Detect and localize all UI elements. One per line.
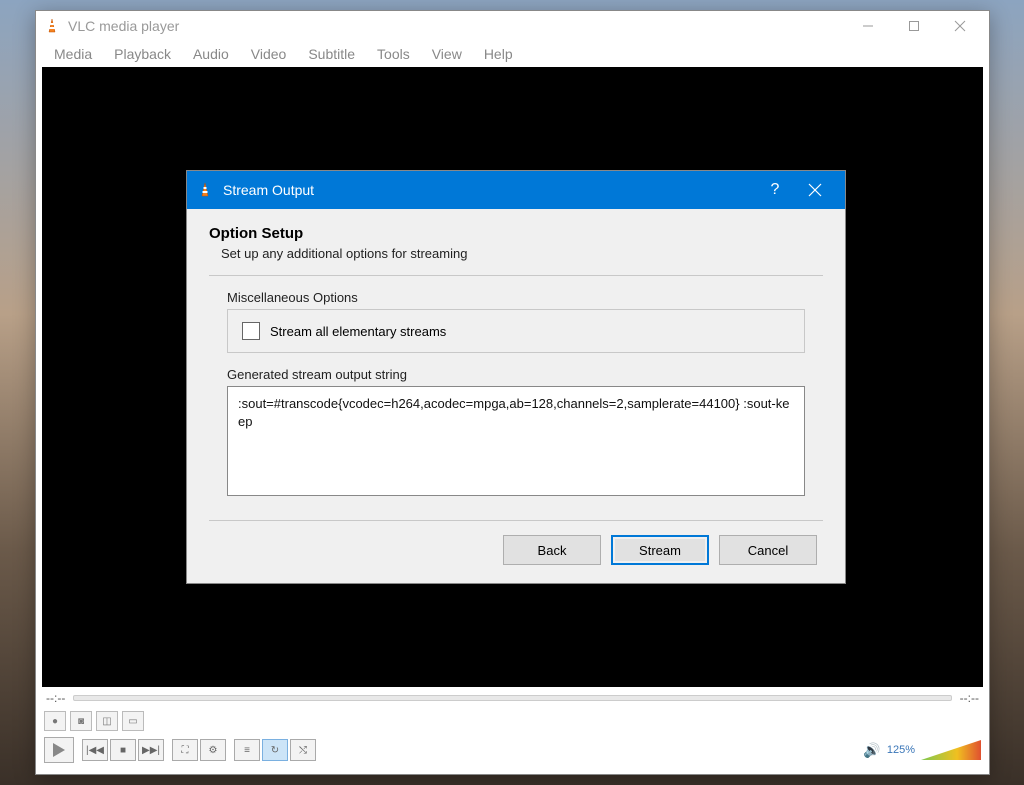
menu-subtitle[interactable]: Subtitle <box>298 43 365 65</box>
volume-slider[interactable] <box>921 740 981 760</box>
menu-media[interactable]: Media <box>44 43 102 65</box>
maximize-button[interactable] <box>901 16 927 36</box>
titlebar: VLC media player <box>36 11 989 41</box>
record-button[interactable]: ● <box>44 711 66 731</box>
misc-options-label: Miscellaneous Options <box>227 290 823 305</box>
next-button[interactable]: ▶▶| <box>138 739 164 761</box>
seek-row: --:-- --:-- <box>36 687 989 709</box>
stream-output-dialog: Stream Output ? Option Setup Set up any … <box>186 170 846 584</box>
vlc-logo-icon <box>197 182 213 198</box>
stream-button[interactable]: Stream <box>611 535 709 565</box>
volume-area: 🔊 125% <box>863 740 981 760</box>
stream-all-label: Stream all elementary streams <box>270 324 446 339</box>
previous-button[interactable]: |◀◀ <box>82 739 108 761</box>
loop-button[interactable]: ↻ <box>262 739 288 761</box>
minimize-button[interactable] <box>855 16 881 36</box>
seek-slider[interactable] <box>73 695 951 701</box>
dialog-subheading: Set up any additional options for stream… <box>221 246 823 261</box>
extended-settings-button[interactable]: ⚙ <box>200 739 226 761</box>
dialog-close-button[interactable] <box>795 175 835 205</box>
ab-loop-button[interactable]: ◫ <box>96 711 118 731</box>
snapshot-button[interactable]: ◙ <box>70 711 92 731</box>
menubar: Media Playback Audio Video Subtitle Tool… <box>36 41 989 67</box>
menu-playback[interactable]: Playback <box>104 43 181 65</box>
window-title: VLC media player <box>68 18 855 34</box>
toolbar-secondary: ● ◙ ◫ ▭ <box>36 709 989 733</box>
back-button[interactable]: Back <box>503 535 601 565</box>
frame-step-button[interactable]: ▭ <box>122 711 144 731</box>
menu-audio[interactable]: Audio <box>183 43 239 65</box>
close-button[interactable] <box>947 16 973 36</box>
menu-tools[interactable]: Tools <box>367 43 420 65</box>
toolbar-main: |◀◀ ■ ▶▶| ⛶ ⚙ ≡ ↻ ⤭ 🔊 125% <box>36 733 989 767</box>
divider <box>209 520 823 521</box>
menu-view[interactable]: View <box>422 43 472 65</box>
cancel-button[interactable]: Cancel <box>719 535 817 565</box>
divider <box>209 275 823 276</box>
time-elapsed: --:-- <box>46 691 65 705</box>
speaker-icon[interactable]: 🔊 <box>863 742 880 759</box>
window-controls <box>855 16 973 36</box>
shuffle-button[interactable]: ⤭ <box>290 739 316 761</box>
dialog-button-row: Back Stream Cancel <box>209 535 823 565</box>
dialog-help-button[interactable]: ? <box>755 175 795 205</box>
stream-all-checkbox[interactable] <box>242 322 260 340</box>
volume-percent: 125% <box>887 744 915 756</box>
vlc-logo-icon <box>44 18 60 34</box>
playlist-button[interactable]: ≡ <box>234 739 260 761</box>
menu-help[interactable]: Help <box>474 43 523 65</box>
dialog-heading: Option Setup <box>209 225 823 242</box>
output-string-textarea[interactable]: :sout=#transcode{vcodec=h264,acodec=mpga… <box>227 386 805 496</box>
generated-string-label: Generated stream output string <box>227 367 823 382</box>
stop-button[interactable]: ■ <box>110 739 136 761</box>
menu-video[interactable]: Video <box>241 43 297 65</box>
time-total: --:-- <box>960 691 979 705</box>
dialog-titlebar: Stream Output ? <box>187 171 845 209</box>
misc-options-group: Stream all elementary streams <box>227 309 805 353</box>
dialog-body: Option Setup Set up any additional optio… <box>187 209 845 583</box>
fullscreen-button[interactable]: ⛶ <box>172 739 198 761</box>
play-button[interactable] <box>44 737 74 763</box>
dialog-title: Stream Output <box>223 182 755 198</box>
